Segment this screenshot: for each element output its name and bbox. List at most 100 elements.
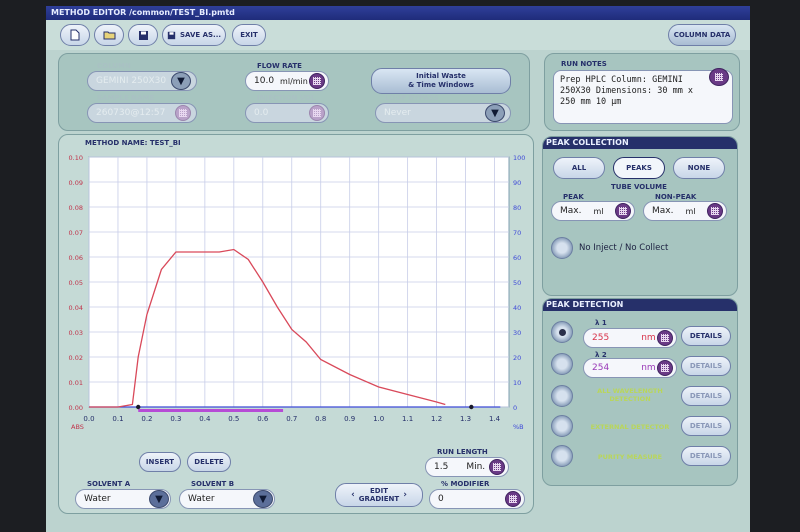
modifier-label: % MODIFIER (441, 480, 490, 488)
nonpeak-volume-value: Max. (652, 206, 674, 216)
peak-volume-unit: ml (593, 206, 604, 216)
external-detector-radio[interactable] (551, 415, 573, 437)
x-axis-tick-label: 0.4 (199, 415, 211, 423)
toolbar: SAVE AS... EXIT COLUMN DATA (46, 20, 750, 50)
insert-button[interactable]: INSERT (139, 452, 181, 472)
keypad-icon[interactable] (615, 203, 631, 219)
loop-bypass-dropdown-button[interactable]: ▼ (485, 104, 505, 122)
details-label: DETAILS (689, 332, 723, 340)
exit-label: EXIT (240, 31, 258, 39)
window-title: METHOD EDITOR /common/TEST_BI.pmtd (46, 6, 750, 20)
new-file-button[interactable] (60, 24, 90, 46)
tube-volume-label: TUBE VOLUME (611, 183, 667, 191)
keypad-icon[interactable] (657, 360, 673, 376)
left-axis-tick-label: 0.02 (69, 354, 83, 362)
chevron-down-icon: ▼ (177, 75, 185, 87)
x-axis-tick-label: 1.2 (431, 415, 442, 423)
all-wavelength-label: ALL WAVELENGTH DETECTION (597, 387, 663, 403)
sample-name-label: SAMPLE NAME (97, 94, 155, 102)
solvent-a-dropdown-button[interactable]: ▼ (149, 490, 169, 508)
delete-button[interactable]: DELETE (187, 452, 231, 472)
chevron-left-icon: ‹ (351, 490, 355, 500)
right-axis-tick-label: 10 (513, 379, 521, 387)
collect-none-button[interactable]: NONE (673, 157, 725, 179)
flow-rate-value: 10.0 (254, 76, 275, 86)
keypad-icon[interactable] (309, 105, 325, 121)
lambda1-radio[interactable] (551, 321, 573, 343)
right-axis-tick-label: 100 (513, 154, 525, 162)
purity-measure-radio[interactable] (551, 445, 573, 467)
chevron-down-icon: ▼ (259, 493, 267, 505)
right-axis-tick-label: 90 (513, 179, 521, 187)
save-as-label: SAVE AS... (179, 31, 222, 39)
peak-detection-title: PEAK DETECTION (543, 299, 737, 311)
left-axis-tick-label: 0.09 (69, 179, 83, 187)
external-detector-label: EXTERNAL DETECTOR (590, 423, 670, 431)
x-axis-tick-label: 1.0 (373, 415, 384, 423)
solvent-b-dropdown-button[interactable]: ▼ (253, 490, 273, 508)
lambda1-label: λ 1 (595, 319, 607, 327)
left-axis-tick-label: 0.08 (69, 204, 83, 212)
left-axis-tick-label: 0.01 (69, 379, 83, 387)
x-axis-tick-label: 0.2 (141, 415, 152, 423)
save-as-button[interactable]: SAVE AS... (162, 24, 226, 46)
gradient-point-marker (136, 404, 141, 410)
no-inject-radio[interactable] (551, 237, 573, 259)
peak-detection-panel: PEAK DETECTION λ 1 255 nm DETAILS λ 2 25… (542, 298, 738, 486)
lambda2-radio[interactable] (551, 353, 573, 375)
keypad-icon[interactable] (309, 73, 325, 89)
column-label: COLUMN (97, 62, 131, 70)
external-details-button[interactable]: DETAILS (681, 416, 731, 436)
x-axis-tick-label: 0.3 (170, 415, 181, 423)
lambda2-details-button[interactable]: DETAILS (681, 356, 731, 376)
lambda1-value: 255 (592, 333, 610, 343)
column-data-button[interactable]: COLUMN DATA (668, 24, 736, 46)
details-label: DETAILS (689, 362, 723, 370)
folder-icon (103, 31, 115, 40)
purity-details-button[interactable]: DETAILS (681, 446, 731, 466)
nonpeak-volume-label: NON-PEAK (655, 193, 697, 201)
exit-button[interactable]: EXIT (232, 24, 266, 46)
peak-volume-value: Max. (560, 206, 582, 216)
x-axis-tick-label: 0.6 (257, 415, 269, 423)
run-notes-panel: RUN NOTES Prep HPLC Column: GEMINI 250X3… (544, 53, 740, 131)
column-dropdown-button[interactable]: ▼ (171, 72, 191, 90)
run-length-unit: Min. (466, 462, 486, 472)
keypad-icon[interactable] (489, 459, 505, 475)
all-wavelength-radio[interactable] (551, 385, 573, 407)
collect-all-button[interactable]: ALL (553, 157, 605, 179)
keypad-icon[interactable] (709, 68, 729, 86)
run-notes-text[interactable]: Prep HPLC Column: GEMINI 250X30 Dimensio… (553, 70, 733, 124)
delete-label: DELETE (194, 458, 224, 466)
peak-collection-panel: PEAK COLLECTION ALL PEAKS NONE TUBE VOLU… (542, 136, 738, 296)
left-axis-tick-label: 0.06 (69, 254, 83, 262)
edit-gradient-button[interactable]: ‹ EDIT GRADIENT › (335, 483, 423, 507)
collect-peaks-button[interactable]: PEAKS (613, 157, 665, 179)
graph-panel: METHOD NAME: TEST_BI 0.10 0.09 0.08 0.07 0.0… (58, 134, 534, 514)
lambda1-details-button[interactable]: DETAILS (681, 326, 731, 346)
initial-waste-button[interactable]: Initial Waste & Time Windows (371, 68, 511, 94)
details-label: DETAILS (689, 422, 723, 430)
left-axis-tick-label: 0.07 (69, 229, 83, 237)
x-axis-tick-label: 0.0 (83, 415, 94, 423)
x-axis-tick-label: 0.1 (112, 415, 123, 423)
keypad-icon[interactable] (175, 105, 191, 121)
collect-peaks-label: PEAKS (626, 164, 652, 172)
all-wavelength-details-button[interactable]: DETAILS (681, 386, 731, 406)
save-button[interactable] (128, 24, 158, 46)
right-axis-tick-label: 0 (513, 404, 517, 412)
run-length-label: RUN LENGTH (437, 448, 488, 456)
x-axis-tick-label: 1.1 (402, 415, 413, 423)
no-inject-label: No Inject / No Collect (579, 243, 669, 253)
chevron-down-icon: ▼ (155, 493, 163, 505)
collect-all-label: ALL (571, 164, 587, 172)
open-button[interactable] (94, 24, 124, 46)
left-axis-tick-label: 0.03 (69, 329, 83, 337)
keypad-icon[interactable] (707, 203, 723, 219)
right-axis-tick-label: 70 (513, 229, 521, 237)
gradient-point-marker (469, 404, 474, 410)
keypad-icon[interactable] (657, 330, 673, 346)
x-axis-tick-label: 0.9 (344, 415, 355, 423)
right-axis-tick-label: 20 (513, 354, 521, 362)
keypad-icon[interactable] (505, 491, 521, 507)
